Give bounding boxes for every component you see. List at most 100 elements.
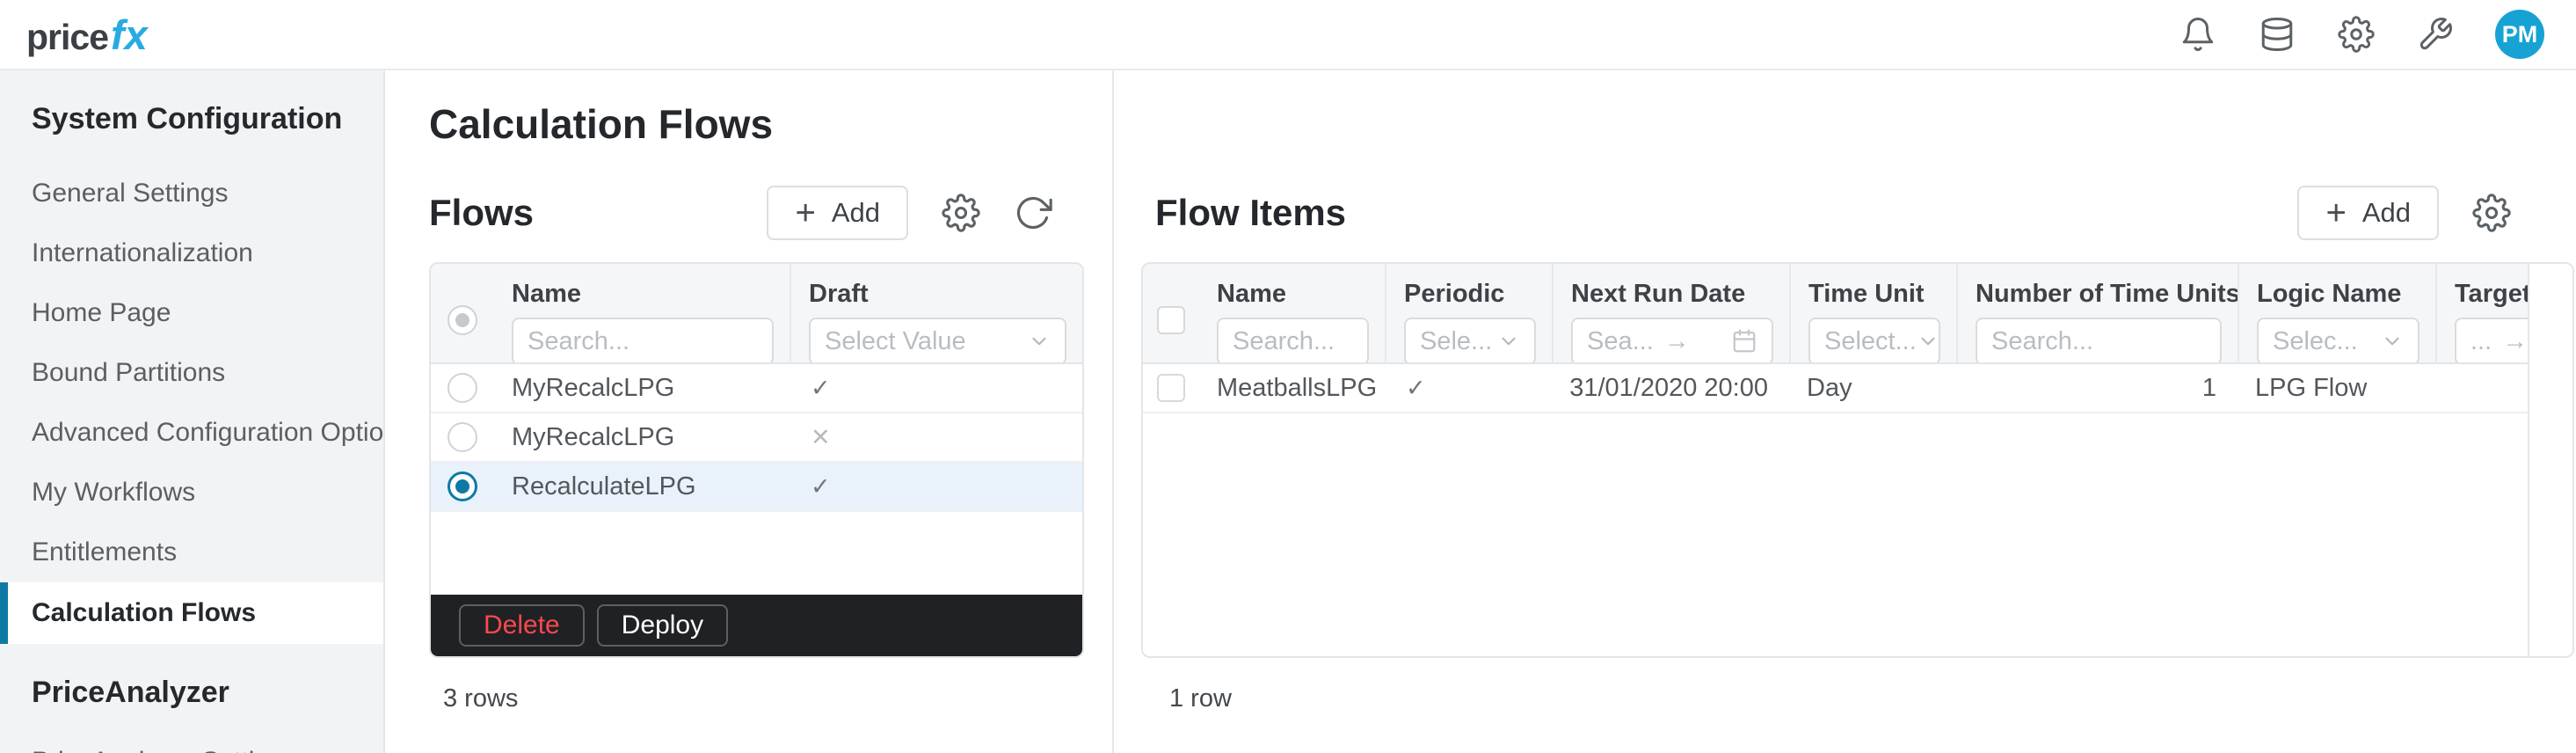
flows-row-count: 3 rows	[443, 684, 519, 713]
time-unit-filter-placeholder: Select...	[1824, 326, 1917, 355]
chevron-down-icon	[1917, 330, 1939, 353]
flows-header-selector-cell	[431, 264, 494, 362]
flow-items-header-periodic: Periodic Sele...	[1385, 264, 1552, 362]
row-checkbox[interactable]	[1157, 374, 1185, 402]
notifications-bell-icon[interactable]	[2179, 15, 2217, 54]
flows-table-row-selected[interactable]: RecalculateLPG ✓	[431, 463, 1082, 512]
target-date-filter-placeholder: ...	[2470, 326, 2492, 355]
row-selector-cell	[431, 373, 494, 403]
vertical-scrollbar-gutter[interactable]	[2528, 264, 2572, 656]
deploy-button[interactable]: Deploy	[596, 604, 729, 647]
plus-icon: +	[795, 194, 816, 232]
flows-column-draft-label[interactable]: Draft	[809, 280, 1065, 309]
range-arrow-icon: →	[1663, 326, 1690, 355]
logo-text-price: price	[26, 16, 109, 57]
flows-table-row[interactable]: MyRecalcLPG ✕	[431, 413, 1082, 463]
row-selector-cell	[1143, 374, 1199, 402]
flow-items-header-number-of-time-units: Number of Time Units	[1956, 264, 2238, 362]
data-manager-database-icon[interactable]	[2258, 15, 2296, 54]
number-of-time-units-search-input[interactable]	[1976, 318, 2222, 362]
flows-draft-filter-placeholder: Select Value	[825, 326, 966, 355]
flow-items-header-selector-cell	[1143, 264, 1199, 362]
app-body: System Configuration General Settings In…	[0, 70, 2576, 753]
page-title: Calculation Flows	[429, 101, 774, 147]
flows-table-empty-area	[431, 512, 1082, 595]
chevron-down-icon	[1028, 330, 1051, 353]
item-number-of-time-units-cell: 1	[2201, 373, 2216, 402]
flows-draft-filter-select[interactable]: Select Value	[809, 318, 1066, 362]
sidebar-item-internationalization[interactable]: Internationalization	[0, 223, 383, 283]
sidebar-item-bound-partitions[interactable]: Bound Partitions	[0, 343, 383, 403]
flow-draft-check-mark: ✓	[811, 472, 831, 500]
logic-name-filter-placeholder: Selec...	[2273, 326, 2358, 355]
top-bar: price fx PM	[0, 0, 2576, 70]
calendar-icon[interactable]	[1731, 328, 1757, 355]
flow-name-cell: MyRecalcLPG	[512, 373, 675, 402]
flows-refresh-icon[interactable]	[1014, 194, 1052, 232]
flow-name-cell: MyRecalcLPG	[512, 422, 675, 451]
panel-divider	[1112, 70, 1114, 753]
row-selector-cell	[431, 422, 494, 452]
flows-panel-header: Flows + Add	[429, 185, 1084, 241]
column-name-label[interactable]: Name	[1217, 280, 1367, 309]
flows-settings-gear-icon[interactable]	[942, 194, 980, 232]
sidebar-item-advanced-configuration-options[interactable]: Advanced Configuration Options	[0, 403, 383, 463]
row-radio-unchecked[interactable]	[448, 422, 477, 452]
delete-button[interactable]: Delete	[459, 604, 585, 647]
flows-header-name: Name	[494, 264, 790, 362]
flow-items-header-time-unit: Time Unit Select...	[1789, 264, 1956, 362]
flows-name-search-input[interactable]	[512, 318, 774, 362]
flows-header-radio[interactable]	[448, 305, 477, 335]
column-time-unit-label[interactable]: Time Unit	[1808, 280, 1939, 309]
item-periodic-check-mark: ✓	[1406, 374, 1426, 401]
column-number-of-time-units-label[interactable]: Number of Time Units	[1976, 280, 2238, 309]
flow-draft-check-mark: ✓	[811, 374, 831, 401]
item-next-run-date-cell: 31/01/2020 20:00	[1569, 373, 1768, 402]
flow-items-add-label: Add	[2361, 197, 2411, 228]
sidebar-item-home-page[interactable]: Home Page	[0, 283, 383, 343]
admin-wrench-icon[interactable]	[2416, 15, 2455, 54]
flows-add-button[interactable]: + Add	[767, 186, 908, 240]
flows-table-header: Name Draft Select Value	[431, 264, 1082, 364]
flow-items-panel-header: Flow Items + Add	[1141, 185, 2574, 241]
periodic-filter-select[interactable]: Sele...	[1404, 318, 1536, 362]
flow-items-table-row[interactable]: MeatballsLPG ✓ 31/01/2020 20:00 Day 1 LP…	[1143, 364, 2572, 413]
item-logic-name-cell: LPG Flow	[2255, 373, 2368, 402]
time-unit-filter-select[interactable]: Select...	[1808, 318, 1940, 362]
logic-name-filter-select[interactable]: Selec...	[2257, 318, 2420, 362]
sidebar-item-my-workflows[interactable]: My Workflows	[0, 463, 383, 523]
column-logic-name-label[interactable]: Logic Name	[2257, 280, 2418, 309]
flow-items-header-checkbox[interactable]	[1157, 306, 1185, 334]
row-radio-unchecked[interactable]	[448, 373, 477, 403]
row-selector-cell	[431, 472, 494, 501]
item-name-cell: MeatballsLPG	[1217, 373, 1378, 402]
flow-items-name-search-input[interactable]	[1217, 318, 1369, 362]
flows-table-row[interactable]: MyRecalcLPG ✓	[431, 364, 1082, 413]
flow-items-row-count: 1 row	[1169, 684, 1232, 713]
flow-items-settings-gear-icon[interactable]	[2472, 194, 2511, 232]
flow-items-table: Name Periodic Sele...	[1141, 262, 2574, 658]
range-arrow-icon: →	[2502, 326, 2529, 355]
user-avatar[interactable]: PM	[2495, 10, 2544, 59]
sidebar-item-priceanalyzer-settings[interactable]: PriceAnalyzer Settings	[0, 732, 383, 753]
sidebar-section-system-configuration: System Configuration	[32, 102, 343, 135]
flow-items-header-next-run-date: Next Run Date Sea... →	[1552, 264, 1789, 362]
flow-items-table-empty-area	[1143, 413, 2572, 656]
flow-name-cell: RecalculateLPG	[512, 472, 696, 501]
row-radio-checked[interactable]	[448, 472, 477, 501]
flow-items-table-header: Name Periodic Sele...	[1143, 264, 2572, 364]
sidebar-item-general-settings[interactable]: General Settings	[0, 164, 383, 223]
settings-gear-icon[interactable]	[2337, 15, 2376, 54]
column-next-run-date-label[interactable]: Next Run Date	[1571, 280, 1772, 309]
sidebar-item-entitlements[interactable]: Entitlements	[0, 523, 383, 582]
column-periodic-label[interactable]: Periodic	[1404, 280, 1534, 309]
flow-items-add-button[interactable]: + Add	[2297, 186, 2439, 240]
flow-items-header-logic-name: Logic Name Selec...	[2238, 264, 2435, 362]
chevron-down-icon	[1497, 330, 1520, 353]
pricefx-logo[interactable]: price fx	[26, 11, 148, 59]
flows-column-name-label[interactable]: Name	[512, 280, 772, 309]
sidebar-section-priceanalyzer: PriceAnalyzer	[32, 676, 229, 709]
sidebar-item-calculation-flows[interactable]: Calculation Flows	[0, 582, 383, 644]
flows-add-label: Add	[831, 197, 880, 228]
next-run-date-filter[interactable]: Sea... →	[1571, 318, 1773, 362]
